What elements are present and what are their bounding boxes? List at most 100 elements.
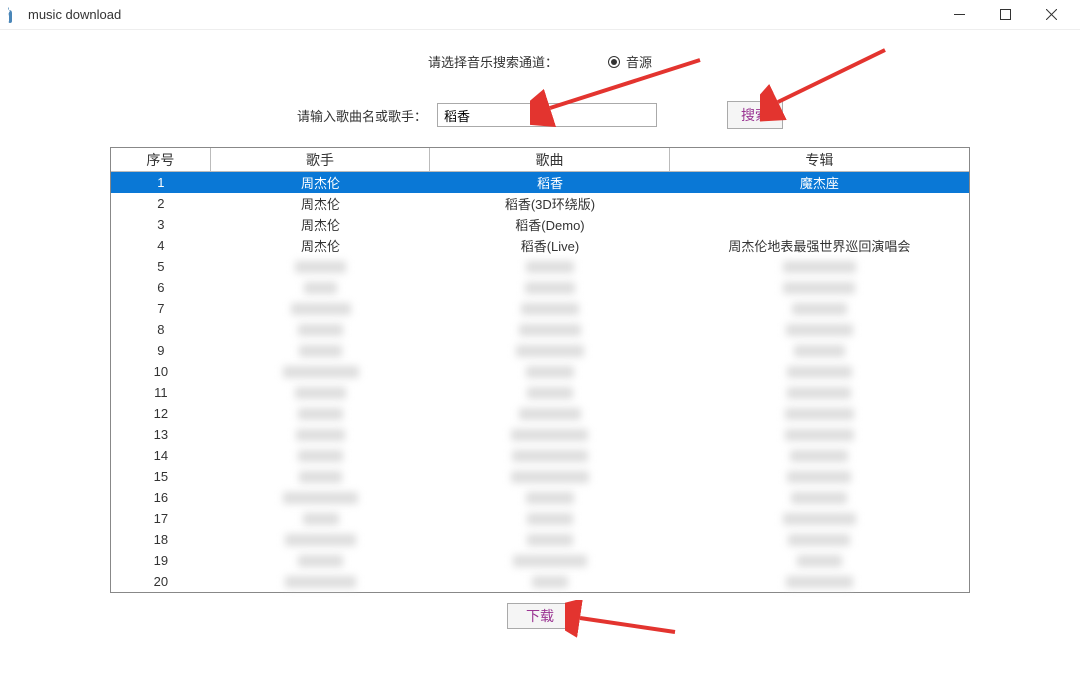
table-cell	[670, 508, 969, 529]
table-row[interactable]: 1周杰伦稻香魔杰座	[111, 172, 969, 193]
table-cell: 13	[111, 424, 211, 445]
search-button[interactable]: 搜索	[727, 101, 783, 129]
col-singer: 歌手	[211, 148, 430, 172]
table-cell: 17	[111, 508, 211, 529]
table-cell	[211, 298, 430, 319]
minimize-button[interactable]	[936, 0, 982, 30]
table-row[interactable]: 6	[111, 277, 969, 298]
table-cell	[670, 550, 969, 571]
table-cell: 3	[111, 214, 211, 235]
table-cell	[430, 277, 669, 298]
results-body: 1周杰伦稻香魔杰座2周杰伦稻香(3D环绕版)3周杰伦稻香(Demo)4周杰伦稻香…	[111, 172, 969, 592]
table-row[interactable]: 20	[111, 571, 969, 592]
table-cell	[670, 319, 969, 340]
table-row[interactable]: 4周杰伦稻香(Live)周杰伦地表最强世界巡回演唱会	[111, 235, 969, 256]
table-cell: 7	[111, 298, 211, 319]
table-row[interactable]: 18	[111, 529, 969, 550]
table-row[interactable]: 11	[111, 382, 969, 403]
table-cell: 周杰伦地表最强世界巡回演唱会	[670, 235, 969, 256]
table-cell	[670, 340, 969, 361]
source-radio[interactable]: 音源	[608, 52, 652, 71]
content-area: 请选择音乐搜索通道： 音源 请输入歌曲名或歌手： 搜索 序号 歌手 歌曲 专辑 …	[0, 30, 1080, 639]
table-cell: 稻香(3D环绕版)	[430, 193, 669, 214]
table-cell	[670, 445, 969, 466]
table-cell	[430, 550, 669, 571]
table-row[interactable]: 9	[111, 340, 969, 361]
table-cell	[211, 361, 430, 382]
table-cell	[670, 529, 969, 550]
table-cell	[430, 508, 669, 529]
table-cell	[670, 424, 969, 445]
maximize-button[interactable]	[982, 0, 1028, 30]
table-cell	[430, 529, 669, 550]
table-row[interactable]: 15	[111, 466, 969, 487]
table-cell: 1	[111, 172, 211, 193]
table-cell	[670, 298, 969, 319]
table-row[interactable]: 13	[111, 424, 969, 445]
table-cell: 20	[111, 571, 211, 592]
table-cell	[211, 319, 430, 340]
col-album: 专辑	[670, 148, 969, 172]
table-cell: 18	[111, 529, 211, 550]
table-cell	[211, 424, 430, 445]
app-icon	[6, 7, 22, 23]
table-row[interactable]: 17	[111, 508, 969, 529]
table-row[interactable]: 7	[111, 298, 969, 319]
table-row[interactable]: 14	[111, 445, 969, 466]
table-cell	[430, 319, 669, 340]
table-cell: 8	[111, 319, 211, 340]
table-cell: 稻香(Demo)	[430, 214, 669, 235]
table-cell: 5	[111, 256, 211, 277]
table-cell	[670, 466, 969, 487]
table-cell: 稻香(Live)	[430, 235, 669, 256]
table-cell: 魔杰座	[670, 172, 969, 193]
col-index: 序号	[111, 148, 211, 172]
title-bar: music download	[0, 0, 1080, 30]
table-cell	[211, 508, 430, 529]
radio-dot-icon	[608, 56, 620, 68]
col-song: 歌曲	[430, 148, 669, 172]
table-row[interactable]: 10	[111, 361, 969, 382]
table-cell	[430, 445, 669, 466]
table-row[interactable]: 8	[111, 319, 969, 340]
table-cell: 周杰伦	[211, 235, 430, 256]
table-cell	[670, 403, 969, 424]
table-row[interactable]: 16	[111, 487, 969, 508]
search-input[interactable]	[437, 103, 657, 127]
table-cell	[211, 277, 430, 298]
table-cell: 9	[111, 340, 211, 361]
table-cell: 19	[111, 550, 211, 571]
table-cell	[670, 277, 969, 298]
table-cell: 4	[111, 235, 211, 256]
table-cell: 14	[111, 445, 211, 466]
table-cell: 周杰伦	[211, 172, 430, 193]
table-row[interactable]: 2周杰伦稻香(3D环绕版)	[111, 193, 969, 214]
table-row[interactable]: 19	[111, 550, 969, 571]
table-cell: 10	[111, 361, 211, 382]
table-cell	[430, 466, 669, 487]
table-row[interactable]: 3周杰伦稻香(Demo)	[111, 214, 969, 235]
table-cell	[211, 403, 430, 424]
table-cell	[211, 445, 430, 466]
search-row: 请输入歌曲名或歌手： 搜索	[40, 101, 1040, 129]
results-header: 序号 歌手 歌曲 专辑	[111, 148, 969, 172]
table-cell	[430, 424, 669, 445]
table-cell	[670, 361, 969, 382]
table-row[interactable]: 12	[111, 403, 969, 424]
download-button[interactable]: 下载	[507, 603, 573, 629]
table-cell	[211, 256, 430, 277]
source-radio-label: 音源	[626, 52, 652, 71]
table-cell: 16	[111, 487, 211, 508]
table-cell	[670, 214, 969, 235]
table-cell	[211, 550, 430, 571]
table-cell: 6	[111, 277, 211, 298]
table-cell	[211, 487, 430, 508]
close-button[interactable]	[1028, 0, 1074, 30]
table-row[interactable]: 5	[111, 256, 969, 277]
channel-row: 请选择音乐搜索通道： 音源	[40, 52, 1040, 71]
table-cell	[670, 487, 969, 508]
search-hint: 请输入歌曲名或歌手：	[297, 106, 427, 125]
table-cell: 周杰伦	[211, 193, 430, 214]
table-cell	[430, 256, 669, 277]
table-cell	[670, 193, 969, 214]
